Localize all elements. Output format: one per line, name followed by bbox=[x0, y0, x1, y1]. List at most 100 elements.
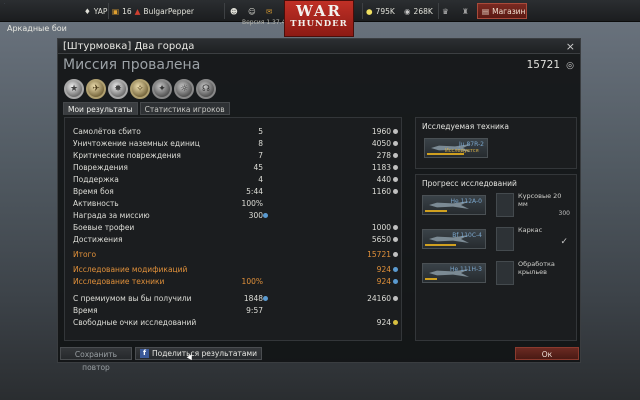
stat-value: 278 bbox=[376, 151, 391, 160]
research-progress-bar bbox=[427, 153, 465, 155]
stat-label: Критические повреждения bbox=[73, 151, 181, 160]
silver-lions-icon bbox=[393, 153, 398, 158]
facebook-icon: f bbox=[140, 349, 149, 358]
stat-row: Критические повреждения 7 278 bbox=[73, 150, 399, 161]
stat-label: Время bbox=[73, 306, 98, 315]
silver-lions-icon bbox=[393, 296, 398, 301]
research-vehicle-card[interactable]: He 112A-0 bbox=[422, 195, 486, 215]
medal-icon[interactable]: ★ bbox=[64, 79, 84, 99]
silver-lions-icon bbox=[393, 225, 398, 230]
stat-label: Свободные очки исследований bbox=[73, 318, 197, 327]
research-vehicle-card[interactable]: He 111H-3 bbox=[422, 263, 486, 283]
stat-label: Уничтожение наземных единиц bbox=[73, 139, 200, 148]
stat-count: 300 bbox=[248, 211, 263, 220]
results-table: Самолётов сбито 5 1960 Уничтожение наземных… bbox=[64, 117, 402, 341]
stat-value: 24160 bbox=[367, 294, 391, 303]
bulb-icon: ● bbox=[366, 6, 373, 16]
medal-icon[interactable]: ☼ bbox=[174, 79, 194, 99]
stat-label: Активность bbox=[73, 199, 119, 208]
stat-row: Исследование модификаций 924 bbox=[73, 264, 399, 275]
stat-label: Боевые трофеи bbox=[73, 223, 135, 232]
share-label: Поделиться результатами bbox=[152, 349, 257, 358]
research-progress-bar bbox=[425, 244, 456, 246]
medal-icon[interactable]: ✸ bbox=[108, 79, 128, 99]
research-progress-box: Прогресс исследований He 112A-0 Курсовые … bbox=[415, 174, 577, 341]
stat-count: 8 bbox=[258, 139, 263, 148]
modification-card[interactable]: Курсовые 20 мм 300 bbox=[496, 192, 574, 217]
stat-row: Итого 15721 bbox=[73, 249, 399, 260]
stat-label: Исследование техники bbox=[73, 277, 165, 286]
close-icon[interactable]: × bbox=[566, 40, 575, 53]
silver-lions-icon bbox=[393, 237, 398, 242]
tab-player-stats[interactable]: Статистика игроков bbox=[139, 102, 230, 115]
stat-count: 4 bbox=[258, 175, 263, 184]
squad-icon[interactable]: ☻ bbox=[230, 4, 238, 18]
rank-badge: ♦ YAP bbox=[84, 4, 107, 18]
share-button[interactable]: f Поделиться результатами bbox=[135, 347, 262, 360]
research-vehicle-card[interactable]: Bf 110C-4 bbox=[422, 229, 486, 249]
total-score: 15721 bbox=[526, 59, 560, 71]
stat-row: Награда за миссию 300 bbox=[73, 210, 399, 221]
window-title: [Штурмовка] Два города bbox=[58, 39, 580, 54]
game-mode-label: Аркадные бои bbox=[7, 24, 67, 33]
medal-icon[interactable]: ✧ bbox=[130, 79, 150, 99]
player-profile[interactable]: ▣ 16 ▲ BulgarPepper bbox=[112, 4, 194, 18]
settings-icon[interactable]: ♜ bbox=[462, 4, 469, 18]
stat-count: 9:57 bbox=[246, 306, 263, 315]
mission-result: Миссия провалена bbox=[63, 57, 201, 73]
modification-icon bbox=[496, 227, 514, 251]
rank-icon: ♦ bbox=[84, 6, 91, 16]
stat-row: Уничтожение наземных единиц 8 4050 bbox=[73, 138, 399, 149]
modification-name: Курсовые 20 мм bbox=[518, 192, 562, 208]
modification-icon bbox=[496, 261, 514, 285]
silver-lions-icon: ◎ bbox=[566, 61, 574, 71]
stat-row: Боевые трофеи 1000 bbox=[73, 222, 399, 233]
medal-icon[interactable]: ✦ bbox=[152, 79, 172, 99]
researched-vehicle-title: Исследуемая техника bbox=[422, 122, 509, 131]
rp-icon bbox=[263, 296, 268, 301]
medal-icon[interactable]: ✈ bbox=[86, 79, 106, 99]
researched-vehicle-box: Исследуемая техника Ju 87R-2 Исследуется bbox=[415, 117, 577, 169]
nickname-label: BulgarPepper bbox=[143, 6, 194, 16]
stat-label: Повреждения bbox=[73, 163, 128, 172]
tab-bar: Мои результаты Статистика игроков bbox=[63, 102, 230, 115]
stat-value: 5650 bbox=[371, 235, 391, 244]
stat-row: Самолётов сбито 5 1960 bbox=[73, 126, 399, 137]
ok-button[interactable]: Ок bbox=[515, 347, 579, 360]
save-replay-button[interactable]: Сохранить повтор bbox=[60, 347, 132, 372]
modification-name: Каркас bbox=[518, 226, 543, 234]
vehicle-name: He 112A-0 bbox=[450, 198, 482, 205]
researched-vehicle-card[interactable]: Ju 87R-2 Исследуется bbox=[424, 138, 488, 158]
stat-label: Награда за миссию bbox=[73, 211, 150, 220]
silver-lions-icon bbox=[393, 189, 398, 194]
stat-value: 1183 bbox=[371, 163, 391, 172]
stat-value: 924 bbox=[376, 277, 391, 286]
stat-count: 5:44 bbox=[246, 187, 263, 196]
silver-lions-icon bbox=[393, 252, 398, 257]
game-logo: WAR THUNDER bbox=[284, 0, 354, 37]
shop-button[interactable]: ▤ Магазин bbox=[477, 3, 527, 19]
research-progress-bar bbox=[425, 278, 438, 280]
coin-icon: ◉ bbox=[404, 6, 411, 16]
stat-value: 924 bbox=[376, 265, 391, 274]
stat-label: Итого bbox=[73, 250, 97, 259]
research-progress-bar bbox=[425, 210, 447, 212]
stat-row: Поддержка 4 440 bbox=[73, 174, 399, 185]
medal-icon[interactable]: ☊ bbox=[196, 79, 216, 99]
level-label: 16 bbox=[122, 6, 132, 16]
stat-label: Достижения bbox=[73, 235, 123, 244]
stat-value: 1160 bbox=[371, 187, 391, 196]
modification-card[interactable]: Обработка крыльев bbox=[496, 260, 574, 285]
modification-card[interactable]: Каркас ✓ bbox=[496, 226, 574, 251]
flag-icon: ▲ bbox=[134, 6, 141, 16]
stat-value: 1960 bbox=[371, 127, 391, 136]
footer: Сохранить повтор f Поделиться результата… bbox=[57, 345, 581, 372]
stat-row: Повреждения 45 1183 bbox=[73, 162, 399, 173]
modification-name: Обработка крыльев bbox=[518, 260, 555, 276]
rp-icon bbox=[263, 213, 268, 218]
stat-label: С премиумом вы бы получили bbox=[73, 294, 192, 303]
stat-row: С премиумом вы бы получили 1848 24160 bbox=[73, 293, 399, 304]
stat-count: 45 bbox=[253, 163, 263, 172]
tab-my-results[interactable]: Мои результаты bbox=[63, 102, 138, 115]
stat-label: Исследование модификаций bbox=[73, 265, 188, 274]
